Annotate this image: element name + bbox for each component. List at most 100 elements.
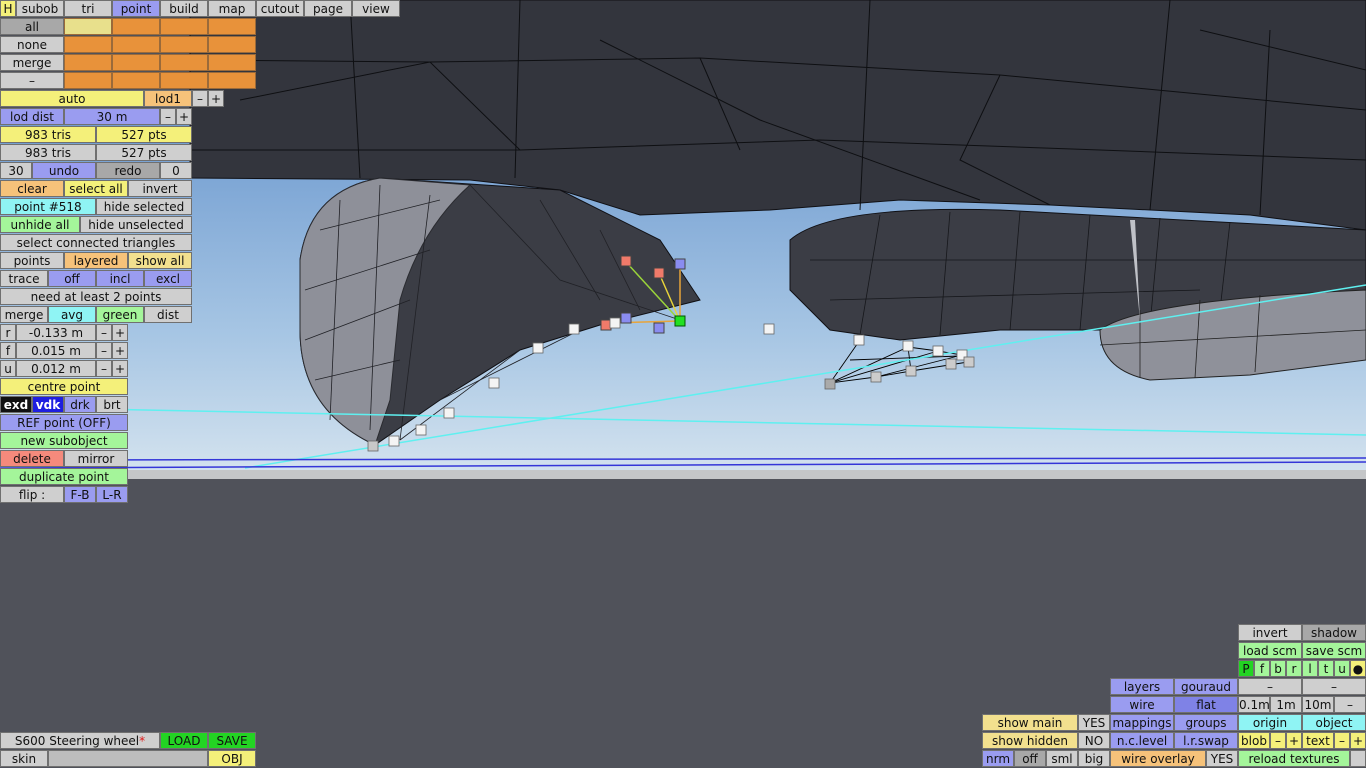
text-plus-button[interactable]: + bbox=[1350, 732, 1366, 749]
save-scm-button[interactable]: save scm bbox=[1302, 642, 1366, 659]
layers-button[interactable]: layers bbox=[1110, 678, 1174, 695]
gouraud-button[interactable]: gouraud bbox=[1174, 678, 1238, 695]
grid-01m-button[interactable]: 0.1m bbox=[1238, 696, 1270, 713]
viewport-3d[interactable] bbox=[0, 0, 1366, 768]
lod-dist-minus-button[interactable]: – bbox=[160, 108, 176, 125]
load-button[interactable]: LOAD bbox=[160, 732, 208, 749]
clear-button[interactable]: clear bbox=[0, 180, 64, 197]
trace-incl-button[interactable]: incl bbox=[96, 270, 144, 287]
axis-u-plus-button[interactable]: + bbox=[112, 360, 128, 377]
duplicate-point-button[interactable]: duplicate point bbox=[0, 468, 128, 485]
tab-tri[interactable]: tri bbox=[64, 0, 112, 17]
grid-minus-button[interactable]: – bbox=[1238, 678, 1302, 695]
lod-plus-button[interactable]: + bbox=[208, 90, 224, 107]
redo-button[interactable]: redo bbox=[96, 162, 160, 179]
slot[interactable] bbox=[64, 18, 112, 35]
mirror-button[interactable]: mirror bbox=[64, 450, 128, 467]
slot[interactable] bbox=[160, 18, 208, 35]
tab-subob[interactable]: subob bbox=[16, 0, 64, 17]
lr-swap-button[interactable]: l.r.swap bbox=[1174, 732, 1238, 749]
lod-auto-button[interactable]: auto bbox=[0, 90, 144, 107]
view-b-button[interactable]: b bbox=[1270, 660, 1286, 677]
nrm-button[interactable]: nrm bbox=[982, 750, 1014, 767]
show-main-value[interactable]: YES bbox=[1078, 714, 1110, 731]
merge-slot-button[interactable]: merge bbox=[0, 54, 64, 71]
invert-view-button[interactable]: invert bbox=[1238, 624, 1302, 641]
show-all-button[interactable]: show all bbox=[128, 252, 192, 269]
tab-view[interactable]: view bbox=[352, 0, 400, 17]
wire-overlay-label[interactable]: wire overlay bbox=[1110, 750, 1206, 767]
slot[interactable] bbox=[208, 36, 256, 53]
slot[interactable] bbox=[208, 18, 256, 35]
grid-minus-button-2[interactable]: – bbox=[1302, 678, 1366, 695]
select-none-slot-button[interactable]: none bbox=[0, 36, 64, 53]
view-r-button[interactable]: r bbox=[1286, 660, 1302, 677]
axis-f-minus-button[interactable]: – bbox=[96, 342, 112, 359]
slot[interactable] bbox=[64, 54, 112, 71]
axis-r-minus-button[interactable]: – bbox=[96, 324, 112, 341]
layered-button[interactable]: layered bbox=[64, 252, 128, 269]
slot[interactable] bbox=[112, 72, 160, 89]
show-hidden-label[interactable]: show hidden bbox=[982, 732, 1078, 749]
select-connected-button[interactable]: select connected triangles bbox=[0, 234, 192, 251]
slot[interactable] bbox=[208, 54, 256, 71]
invert-button[interactable]: invert bbox=[128, 180, 192, 197]
show-main-label[interactable]: show main bbox=[982, 714, 1078, 731]
avg-button[interactable]: avg bbox=[48, 306, 96, 323]
reload-extra-button[interactable] bbox=[1350, 750, 1366, 767]
slot[interactable] bbox=[160, 72, 208, 89]
save-button[interactable]: SAVE bbox=[208, 732, 256, 749]
points-button[interactable]: points bbox=[0, 252, 64, 269]
slot[interactable] bbox=[160, 54, 208, 71]
axis-r-plus-button[interactable]: + bbox=[112, 324, 128, 341]
view-l-button[interactable]: l bbox=[1302, 660, 1318, 677]
lod-dist-value[interactable]: 30 m bbox=[64, 108, 160, 125]
skin-field[interactable] bbox=[48, 750, 208, 767]
slot[interactable] bbox=[64, 72, 112, 89]
view-p-button[interactable]: P bbox=[1238, 660, 1254, 677]
text-minus-button[interactable]: – bbox=[1334, 732, 1350, 749]
shadow-button[interactable]: shadow bbox=[1302, 624, 1366, 641]
lod-level-button[interactable]: lod1 bbox=[144, 90, 192, 107]
sml-button[interactable]: sml bbox=[1046, 750, 1078, 767]
slot[interactable] bbox=[112, 36, 160, 53]
lod-minus-button[interactable]: – bbox=[192, 90, 208, 107]
grid-10m-button[interactable]: 10m bbox=[1302, 696, 1334, 713]
flat-button[interactable]: flat bbox=[1174, 696, 1238, 713]
hide-unselected-button[interactable]: hide unselected bbox=[80, 216, 192, 233]
slot[interactable] bbox=[112, 18, 160, 35]
trace-excl-button[interactable]: excl bbox=[144, 270, 192, 287]
grid-1m-button[interactable]: 1m bbox=[1270, 696, 1302, 713]
lod-dist-plus-button[interactable]: + bbox=[176, 108, 192, 125]
merge-button[interactable]: merge bbox=[0, 306, 48, 323]
off-button[interactable]: off bbox=[1014, 750, 1046, 767]
unhide-all-button[interactable]: unhide all bbox=[0, 216, 80, 233]
slot[interactable] bbox=[64, 36, 112, 53]
green-button[interactable]: green bbox=[96, 306, 144, 323]
shade-drk-button[interactable]: drk bbox=[64, 396, 96, 413]
reload-textures-button[interactable]: reload textures bbox=[1238, 750, 1350, 767]
object-button[interactable]: object bbox=[1302, 714, 1366, 731]
big-button[interactable]: big bbox=[1078, 750, 1110, 767]
view-f-button[interactable]: f bbox=[1254, 660, 1270, 677]
mappings-button[interactable]: mappings bbox=[1110, 714, 1174, 731]
slot[interactable] bbox=[112, 54, 160, 71]
axis-u-value[interactable]: 0.012 m bbox=[16, 360, 96, 377]
undo-button[interactable]: undo bbox=[32, 162, 96, 179]
shade-exd-button[interactable]: exd bbox=[0, 396, 32, 413]
wire-overlay-value[interactable]: YES bbox=[1206, 750, 1238, 767]
skin-button[interactable]: skin bbox=[0, 750, 48, 767]
view-t-button[interactable]: t bbox=[1318, 660, 1334, 677]
tab-h[interactable]: H bbox=[0, 0, 16, 17]
select-all-button[interactable]: select all bbox=[64, 180, 128, 197]
tab-cutout[interactable]: cutout bbox=[256, 0, 304, 17]
new-subobject-button[interactable]: new subobject bbox=[0, 432, 128, 449]
groups-button[interactable]: groups bbox=[1174, 714, 1238, 731]
axis-u-minus-button[interactable]: – bbox=[96, 360, 112, 377]
show-hidden-value[interactable]: NO bbox=[1078, 732, 1110, 749]
minus-slot-button[interactable]: – bbox=[0, 72, 64, 89]
slot[interactable] bbox=[160, 36, 208, 53]
tab-build[interactable]: build bbox=[160, 0, 208, 17]
axis-f-plus-button[interactable]: + bbox=[112, 342, 128, 359]
slot[interactable] bbox=[208, 72, 256, 89]
